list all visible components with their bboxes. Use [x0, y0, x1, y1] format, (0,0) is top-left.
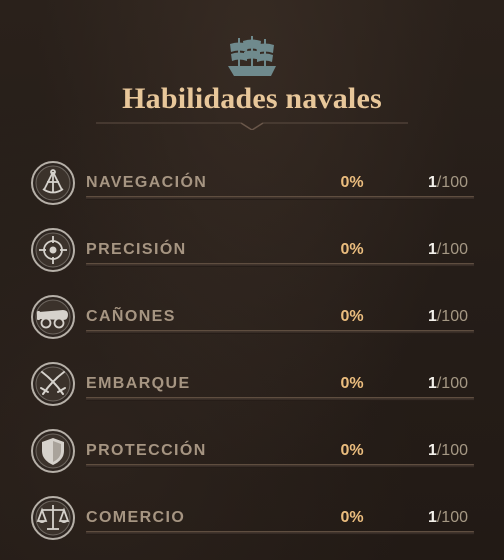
skill-level-current: 1 — [427, 174, 437, 191]
skill-progress-bar — [86, 330, 474, 334]
skill-row-embarque[interactable]: EMBARQUE 0% 1/100 — [0, 361, 504, 421]
skill-progress-bar — [86, 531, 474, 535]
skill-progress-bar — [86, 196, 474, 200]
skill-name: CAÑONES — [86, 308, 176, 325]
naval-skills-panel: Habilidades navales NAVEGACIÓN 0% 1/100 — [0, 0, 504, 560]
skill-row-proteccion[interactable]: PROTECCIÓN 0% 1/100 — [0, 428, 504, 488]
sextant-icon — [31, 161, 75, 205]
skill-level-max: /100 — [436, 174, 468, 191]
page-title: Habilidades navales — [122, 82, 382, 115]
skill-level-max: /100 — [436, 241, 468, 258]
skill-name: PROTECCIÓN — [86, 442, 207, 459]
skill-name: EMBARQUE — [86, 375, 191, 392]
skill-percent: 0% — [340, 509, 364, 526]
skill-percent: 0% — [340, 375, 364, 392]
skill-level: 1/100 — [428, 375, 468, 393]
skill-level-max: /100 — [436, 442, 468, 459]
title-divider — [96, 122, 408, 130]
cannon-icon — [31, 295, 75, 339]
skill-level-max: /100 — [436, 509, 468, 526]
skill-name: COMERCIO — [86, 509, 186, 526]
skill-name: PRECISIÓN — [86, 241, 187, 258]
skill-percent: 0% — [340, 241, 364, 258]
crosshair-icon — [31, 228, 75, 272]
skill-level-current: 1 — [427, 241, 437, 258]
skill-percent: 0% — [340, 442, 364, 459]
skill-row-precision[interactable]: PRECISIÓN 0% 1/100 — [0, 227, 504, 287]
ship-icon — [228, 36, 276, 76]
skill-level-current: 1 — [427, 442, 437, 459]
skill-progress-bar — [86, 263, 474, 267]
skill-percent: 0% — [340, 174, 364, 191]
skill-row-navegacion[interactable]: NAVEGACIÓN 0% 1/100 — [0, 160, 504, 220]
skill-name: NAVEGACIÓN — [86, 174, 208, 191]
skill-level-max: /100 — [436, 308, 468, 325]
skill-progress-bar — [86, 464, 474, 468]
skill-level: 1/100 — [428, 509, 468, 527]
skill-level: 1/100 — [428, 174, 468, 192]
crossed-swords-icon — [31, 362, 75, 406]
skill-row-canones[interactable]: CAÑONES 0% 1/100 — [0, 294, 504, 354]
skill-level-current: 1 — [427, 509, 437, 526]
skill-percent: 0% — [340, 308, 364, 325]
skill-level: 1/100 — [428, 241, 468, 259]
skill-level-max: /100 — [436, 375, 468, 392]
skill-row-comercio[interactable]: COMERCIO 0% 1/100 — [0, 495, 504, 555]
skill-progress-bar — [86, 397, 474, 401]
skill-level: 1/100 — [428, 308, 468, 326]
skill-level-current: 1 — [427, 375, 437, 392]
skill-level: 1/100 — [428, 442, 468, 460]
shield-icon — [31, 429, 75, 473]
scales-icon — [31, 496, 75, 540]
skill-level-current: 1 — [427, 308, 437, 325]
